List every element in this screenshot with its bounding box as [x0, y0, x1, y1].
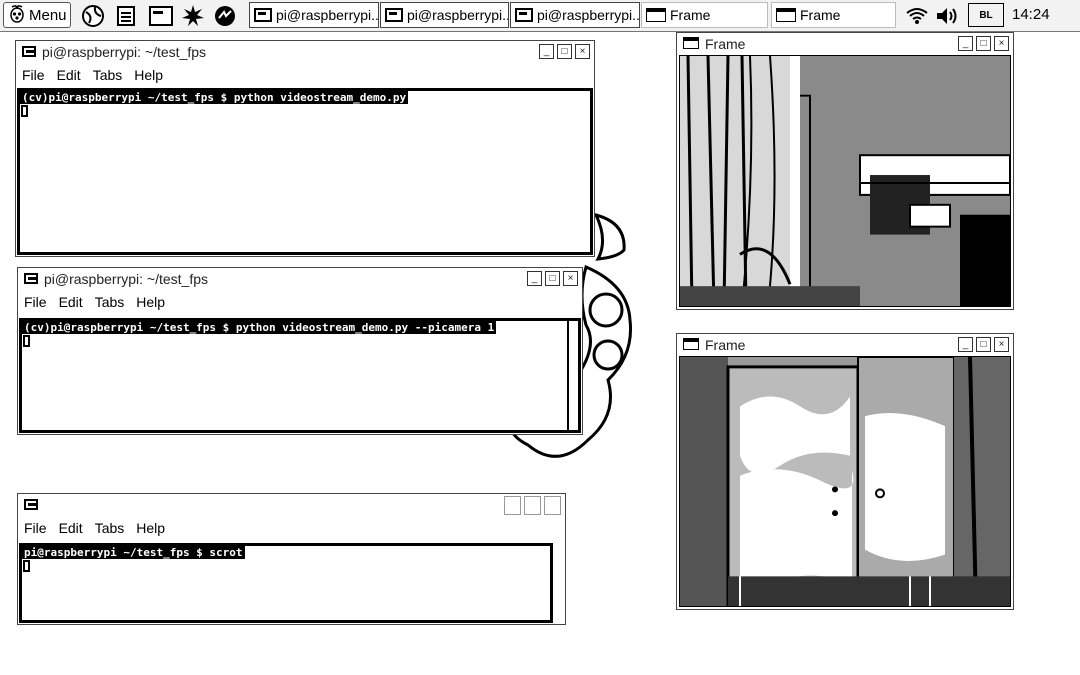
task-label: pi@raspberrypi... [537, 7, 640, 23]
titlebar[interactable]: pi@raspberrypi: ~/test_fps _ □ × [16, 41, 594, 63]
text-cursor [23, 560, 30, 572]
menu-button[interactable]: Menu [3, 2, 71, 28]
camera-frame-image [679, 55, 1011, 307]
scrollbar[interactable] [567, 321, 578, 430]
window-icon [683, 36, 699, 52]
maximize-button[interactable]: □ [557, 44, 572, 59]
menu-tabs[interactable]: Tabs [95, 294, 125, 310]
titlebar[interactable]: Frame _ □ × [677, 334, 1013, 356]
maximize-button[interactable] [524, 496, 541, 515]
terminal-icon [254, 8, 272, 22]
titlebar[interactable] [18, 494, 565, 516]
window-title: Frame [705, 36, 746, 52]
minimize-button[interactable]: _ [958, 36, 973, 51]
titlebar[interactable]: Frame _ □ × [677, 33, 1013, 55]
command-line: (cv)pi@raspberrypi ~/test_fps $ python v… [22, 321, 497, 334]
frame-window-2[interactable]: Frame _ □ × [676, 333, 1014, 610]
wifi-icon[interactable] [904, 3, 930, 29]
task-terminal-3[interactable]: pi@raspberrypi... [510, 2, 640, 28]
burst-icon[interactable] [180, 3, 206, 29]
menu-tabs[interactable]: Tabs [93, 67, 123, 83]
close-button[interactable]: × [563, 271, 578, 286]
task-frame-2[interactable]: Frame [771, 2, 896, 28]
task-label: pi@raspberrypi... [276, 7, 379, 23]
text-cursor [21, 105, 28, 117]
close-button[interactable] [544, 496, 561, 515]
raspberry-menu-icon [8, 3, 26, 27]
maximize-button[interactable]: □ [976, 337, 991, 352]
window-icon [683, 337, 699, 353]
window-icon [646, 8, 666, 22]
task-label: pi@raspberrypi... [407, 7, 509, 23]
task-frame-1[interactable]: Frame [641, 2, 768, 28]
window-title: Frame [705, 337, 746, 353]
volume-icon[interactable] [933, 3, 961, 29]
titlebar[interactable]: pi@raspberrypi: ~/test_fps _ □ × [18, 268, 582, 290]
command-line: (cv)pi@raspberrypi ~/test_fps $ python v… [20, 91, 409, 104]
terminal-icon [22, 44, 36, 60]
menu-file[interactable]: File [22, 67, 45, 83]
menubar: File Edit Tabs Help [16, 65, 594, 85]
close-button[interactable]: × [994, 36, 1009, 51]
minimize-button[interactable]: _ [539, 44, 554, 59]
globe-icon[interactable] [80, 3, 106, 29]
window-title: pi@raspberrypi: ~/test_fps [42, 44, 207, 60]
maximize-button[interactable]: □ [545, 271, 560, 286]
terminal-window-2[interactable]: pi@raspberrypi: ~/test_fps _ □ × File Ed… [17, 267, 583, 435]
terminal-icon [24, 497, 38, 513]
taskbar: Menu pi@raspberrypi... pi@raspberrypi...… [0, 0, 1080, 32]
minimize-button[interactable] [504, 496, 521, 515]
menu-label: Menu [29, 6, 67, 24]
task-label: Frame [670, 7, 711, 23]
file-manager-icon[interactable] [113, 3, 139, 29]
terminal-icon [385, 8, 403, 22]
menu-help[interactable]: Help [136, 294, 165, 310]
minimize-button[interactable]: _ [527, 271, 542, 286]
window-icon [776, 8, 796, 22]
task-terminal-1[interactable]: pi@raspberrypi... [249, 2, 379, 28]
task-terminal-2[interactable]: pi@raspberrypi... [380, 2, 509, 28]
wolfram-icon[interactable] [212, 3, 238, 29]
menu-file[interactable]: File [24, 294, 47, 310]
frame-window-1[interactable]: Frame _ □ × [676, 32, 1014, 310]
maximize-button[interactable]: □ [976, 36, 991, 51]
text-cursor [23, 335, 30, 347]
task-label: Frame [800, 7, 841, 23]
command-line: pi@raspberrypi ~/test_fps $ scrot [22, 546, 245, 559]
terminal-icon [24, 271, 38, 287]
menu-file[interactable]: File [24, 520, 47, 536]
battery-indicator[interactable]: BL [968, 3, 1004, 27]
menubar: File Edit Tabs Help [18, 518, 565, 538]
camera-frame-image [679, 356, 1011, 607]
terminal-area[interactable]: (cv)pi@raspberrypi ~/test_fps $ python v… [19, 318, 581, 433]
clock[interactable]: 14:24 [1012, 6, 1050, 23]
terminal-icon [515, 8, 533, 22]
terminal-window-3[interactable]: File Edit Tabs Help pi@raspberrypi ~/tes… [17, 493, 566, 625]
menu-tabs[interactable]: Tabs [95, 520, 125, 536]
close-button[interactable]: × [575, 44, 590, 59]
terminal-window-1[interactable]: pi@raspberrypi: ~/test_fps _ □ × File Ed… [15, 40, 595, 257]
menu-edit[interactable]: Edit [57, 67, 81, 83]
terminal-icon[interactable] [148, 3, 174, 29]
minimize-button[interactable]: _ [958, 337, 973, 352]
menu-edit[interactable]: Edit [59, 520, 83, 536]
menu-help[interactable]: Help [134, 67, 163, 83]
menu-help[interactable]: Help [136, 520, 165, 536]
terminal-area[interactable]: (cv)pi@raspberrypi ~/test_fps $ python v… [17, 88, 593, 255]
battery-label: BL [979, 9, 993, 21]
menubar: File Edit Tabs Help [18, 292, 582, 312]
window-title: pi@raspberrypi: ~/test_fps [44, 271, 209, 287]
menu-edit[interactable]: Edit [59, 294, 83, 310]
terminal-area[interactable]: pi@raspberrypi ~/test_fps $ scrot [19, 543, 553, 623]
close-button[interactable]: × [994, 337, 1009, 352]
